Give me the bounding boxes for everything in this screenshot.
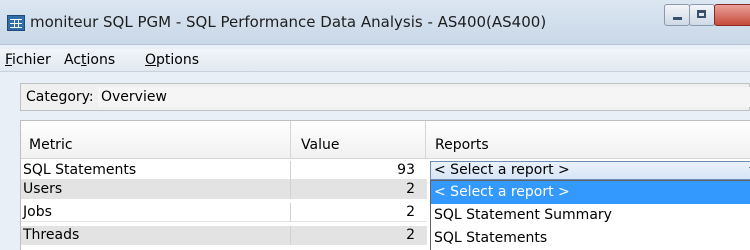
- category-label: Category:: [26, 89, 94, 105]
- maximize-icon: [697, 10, 706, 18]
- metric-cell: Threads: [21, 226, 291, 245]
- value-cell: 2: [291, 226, 427, 245]
- report-option[interactable]: SQL Statements: [431, 227, 750, 250]
- close-button[interactable]: [714, 4, 750, 26]
- metric-cell: SQL Statements: [21, 161, 291, 180]
- menu-options[interactable]: Options: [145, 52, 199, 68]
- column-header-reports[interactable]: Reports: [426, 121, 750, 159]
- left-gutter: [0, 120, 20, 250]
- table-row[interactable]: SQL Statements 93: [21, 161, 427, 180]
- table-row[interactable]: Users 2: [21, 180, 427, 199]
- table-row[interactable]: Jobs 2: [21, 203, 427, 222]
- table-row[interactable]: Threads 2: [21, 226, 427, 245]
- maximize-button[interactable]: [689, 4, 715, 26]
- app-window: moniteur SQL PGM - SQL Performance Data …: [0, 0, 750, 250]
- minimize-icon: [673, 17, 682, 20]
- report-select[interactable]: < Select a report >: [430, 161, 750, 180]
- table-app-icon: [7, 15, 25, 31]
- metric-cell: Users: [21, 180, 291, 199]
- column-header-value[interactable]: Value: [291, 121, 426, 159]
- menu-fichier[interactable]: Fichier: [5, 52, 51, 68]
- window-title: moniteur SQL PGM - SQL Performance Data …: [30, 13, 547, 31]
- value-cell: 2: [291, 203, 427, 222]
- category-panel: Category: Overview: [20, 83, 750, 111]
- menu-bar: Fichier Actions Options: [0, 49, 750, 72]
- report-option[interactable]: < Select a report >: [431, 181, 750, 204]
- minimize-button[interactable]: [664, 4, 690, 26]
- value-cell: 93: [291, 161, 427, 180]
- value-cell: 2: [291, 180, 427, 199]
- column-header-metric[interactable]: Metric: [21, 121, 291, 159]
- report-dropdown-list: < Select a report > SQL Statement Summar…: [430, 180, 750, 250]
- metrics-table: Metric Value Reports SQL Statements 93 U…: [20, 120, 750, 250]
- report-option[interactable]: SQL Statement Summary: [431, 204, 750, 227]
- title-bar[interactable]: moniteur SQL PGM - SQL Performance Data …: [0, 0, 750, 45]
- metric-cell: Jobs: [21, 203, 291, 222]
- category-select[interactable]: Overview: [98, 87, 750, 107]
- report-select-value: < Select a report >: [434, 162, 570, 178]
- menu-actions[interactable]: Actions: [64, 52, 115, 68]
